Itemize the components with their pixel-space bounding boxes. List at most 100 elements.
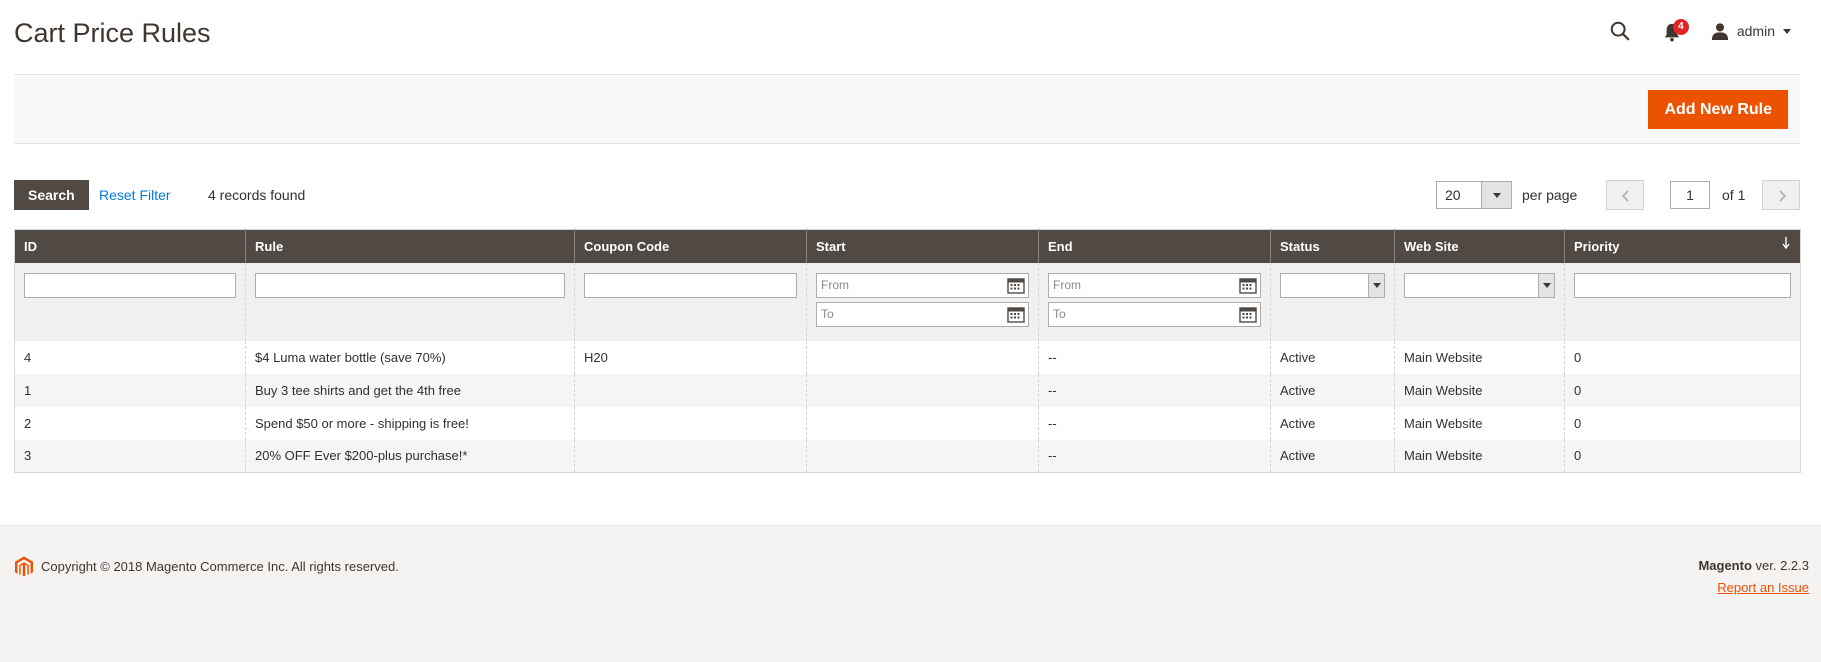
column-header-id[interactable]: ID bbox=[14, 229, 246, 263]
filter-cell-start bbox=[806, 262, 1039, 341]
chevron-down-icon bbox=[1368, 273, 1384, 297]
cell-website: Main Website bbox=[1394, 373, 1565, 407]
per-page-value: 20 bbox=[1445, 187, 1461, 203]
cell-status: Active bbox=[1270, 439, 1395, 473]
filter-priority-input[interactable] bbox=[1574, 272, 1791, 298]
filter-end-from[interactable] bbox=[1048, 272, 1261, 298]
filter-coupon-code-input[interactable] bbox=[584, 272, 797, 298]
notifications-button[interactable]: 4 bbox=[1663, 18, 1689, 44]
records-found-count: 4 records found bbox=[208, 187, 306, 203]
per-page-label: per page bbox=[1522, 187, 1578, 203]
add-new-rule-button[interactable]: Add New Rule bbox=[1648, 90, 1788, 129]
cell-rule: 20% OFF Ever $200-plus purchase!* bbox=[245, 439, 575, 473]
cell-website: Main Website bbox=[1394, 439, 1565, 473]
column-header-end[interactable]: End bbox=[1038, 229, 1271, 263]
table-row[interactable]: 3 20% OFF Ever $200-plus purchase!* -- A… bbox=[14, 439, 1801, 473]
filter-cell-coupon bbox=[574, 262, 807, 341]
magento-logo-icon bbox=[15, 556, 33, 577]
cell-priority: 0 bbox=[1564, 439, 1801, 473]
table-row[interactable]: 1 Buy 3 tee shirts and get the 4th free … bbox=[14, 373, 1801, 407]
table-row[interactable]: 2 Spend $50 or more - shipping is free! … bbox=[14, 406, 1801, 440]
calendar-icon[interactable] bbox=[1239, 306, 1257, 323]
filter-start-from-input[interactable] bbox=[817, 273, 1028, 297]
cell-start bbox=[806, 406, 1039, 440]
grid-search-button[interactable]: Search bbox=[14, 180, 89, 210]
reset-filter-link[interactable]: Reset Filter bbox=[99, 180, 171, 210]
filter-cell-rule bbox=[245, 262, 575, 341]
cell-id: 2 bbox=[14, 406, 246, 440]
filter-cell-status bbox=[1270, 262, 1395, 341]
column-header-rule[interactable]: Rule bbox=[245, 229, 575, 263]
notification-count-badge: 4 bbox=[1672, 19, 1689, 35]
global-search-button[interactable] bbox=[1607, 18, 1633, 44]
page-title: Cart Price Rules bbox=[14, 18, 211, 48]
filter-end-to-input[interactable] bbox=[1049, 302, 1260, 326]
cell-coupon-code bbox=[574, 373, 807, 407]
cell-website: Main Website bbox=[1394, 340, 1565, 374]
page-header: Cart Price Rules 4 admin bbox=[0, 0, 1821, 74]
cell-end: -- bbox=[1038, 406, 1271, 440]
cart-price-rules-grid: ID Rule Coupon Code Start End Status Web… bbox=[14, 229, 1801, 473]
filter-cell-end bbox=[1038, 262, 1271, 341]
next-page-button[interactable] bbox=[1762, 180, 1800, 210]
column-header-web-site[interactable]: Web Site bbox=[1394, 229, 1565, 263]
version-info: Magento ver. 2.2.3 bbox=[1698, 558, 1809, 573]
filter-id-input[interactable] bbox=[24, 272, 236, 298]
cell-end: -- bbox=[1038, 340, 1271, 374]
chevron-down-icon bbox=[1783, 28, 1791, 34]
grid-controls: Search Reset Filter 4 records found 20 p… bbox=[14, 180, 1800, 210]
filter-start-to-input[interactable] bbox=[817, 302, 1028, 326]
cell-id: 4 bbox=[14, 340, 246, 374]
filter-end-to[interactable] bbox=[1048, 301, 1261, 327]
chevron-down-icon bbox=[1538, 273, 1554, 297]
cell-status: Active bbox=[1270, 373, 1395, 407]
filter-cell-priority bbox=[1564, 262, 1801, 341]
cell-priority: 0 bbox=[1564, 373, 1801, 407]
column-header-priority[interactable]: Priority bbox=[1564, 229, 1801, 263]
user-icon bbox=[1711, 23, 1728, 40]
previous-page-button[interactable] bbox=[1606, 180, 1644, 210]
current-page-input[interactable] bbox=[1670, 181, 1710, 209]
per-page-select[interactable]: 20 bbox=[1436, 181, 1512, 209]
cell-status: Active bbox=[1270, 406, 1395, 440]
cell-priority: 0 bbox=[1564, 340, 1801, 374]
search-icon bbox=[1610, 21, 1630, 41]
cell-coupon-code bbox=[574, 439, 807, 473]
filter-cell-website bbox=[1394, 262, 1565, 341]
sort-descending-icon bbox=[1782, 237, 1790, 250]
brand-name: Magento bbox=[1698, 558, 1752, 573]
cell-status: Active bbox=[1270, 340, 1395, 374]
report-issue-link[interactable]: Report an Issue bbox=[1717, 580, 1809, 595]
user-name: admin bbox=[1736, 23, 1775, 39]
cell-start bbox=[806, 340, 1039, 374]
cell-start bbox=[806, 439, 1039, 473]
filter-status-select[interactable] bbox=[1280, 272, 1385, 298]
calendar-icon[interactable] bbox=[1007, 277, 1025, 294]
filter-start-to[interactable] bbox=[816, 301, 1029, 327]
table-row[interactable]: 4 $4 Luma water bottle (save 70%) H20 --… bbox=[14, 340, 1801, 374]
cell-website: Main Website bbox=[1394, 406, 1565, 440]
user-menu[interactable]: admin bbox=[1711, 22, 1791, 40]
filter-website-select[interactable] bbox=[1404, 272, 1555, 298]
cell-coupon-code bbox=[574, 406, 807, 440]
header-row: ID Rule Coupon Code Start End Status Web… bbox=[14, 229, 1801, 263]
page-footer: Copyright © 2018 Magento Commerce Inc. A… bbox=[0, 525, 1821, 662]
filter-rule-input[interactable] bbox=[255, 272, 565, 298]
copyright-text: Copyright © 2018 Magento Commerce Inc. A… bbox=[41, 559, 399, 574]
header-actions: 4 admin bbox=[1607, 18, 1791, 44]
column-header-start[interactable]: Start bbox=[806, 229, 1039, 263]
filter-end-from-input[interactable] bbox=[1049, 273, 1260, 297]
calendar-icon[interactable] bbox=[1007, 306, 1025, 323]
calendar-icon[interactable] bbox=[1239, 277, 1257, 294]
cell-rule: Spend $50 or more - shipping is free! bbox=[245, 406, 575, 440]
column-header-status[interactable]: Status bbox=[1270, 229, 1395, 263]
chevron-down-icon bbox=[1481, 182, 1511, 208]
cell-end: -- bbox=[1038, 373, 1271, 407]
filter-row bbox=[14, 262, 1801, 341]
cell-rule: $4 Luma water bottle (save 70%) bbox=[245, 340, 575, 374]
cell-rule: Buy 3 tee shirts and get the 4th free bbox=[245, 373, 575, 407]
column-header-coupon-code[interactable]: Coupon Code bbox=[574, 229, 807, 263]
filter-start-from[interactable] bbox=[816, 272, 1029, 298]
cell-start bbox=[806, 373, 1039, 407]
total-pages-label: of 1 bbox=[1722, 187, 1746, 203]
